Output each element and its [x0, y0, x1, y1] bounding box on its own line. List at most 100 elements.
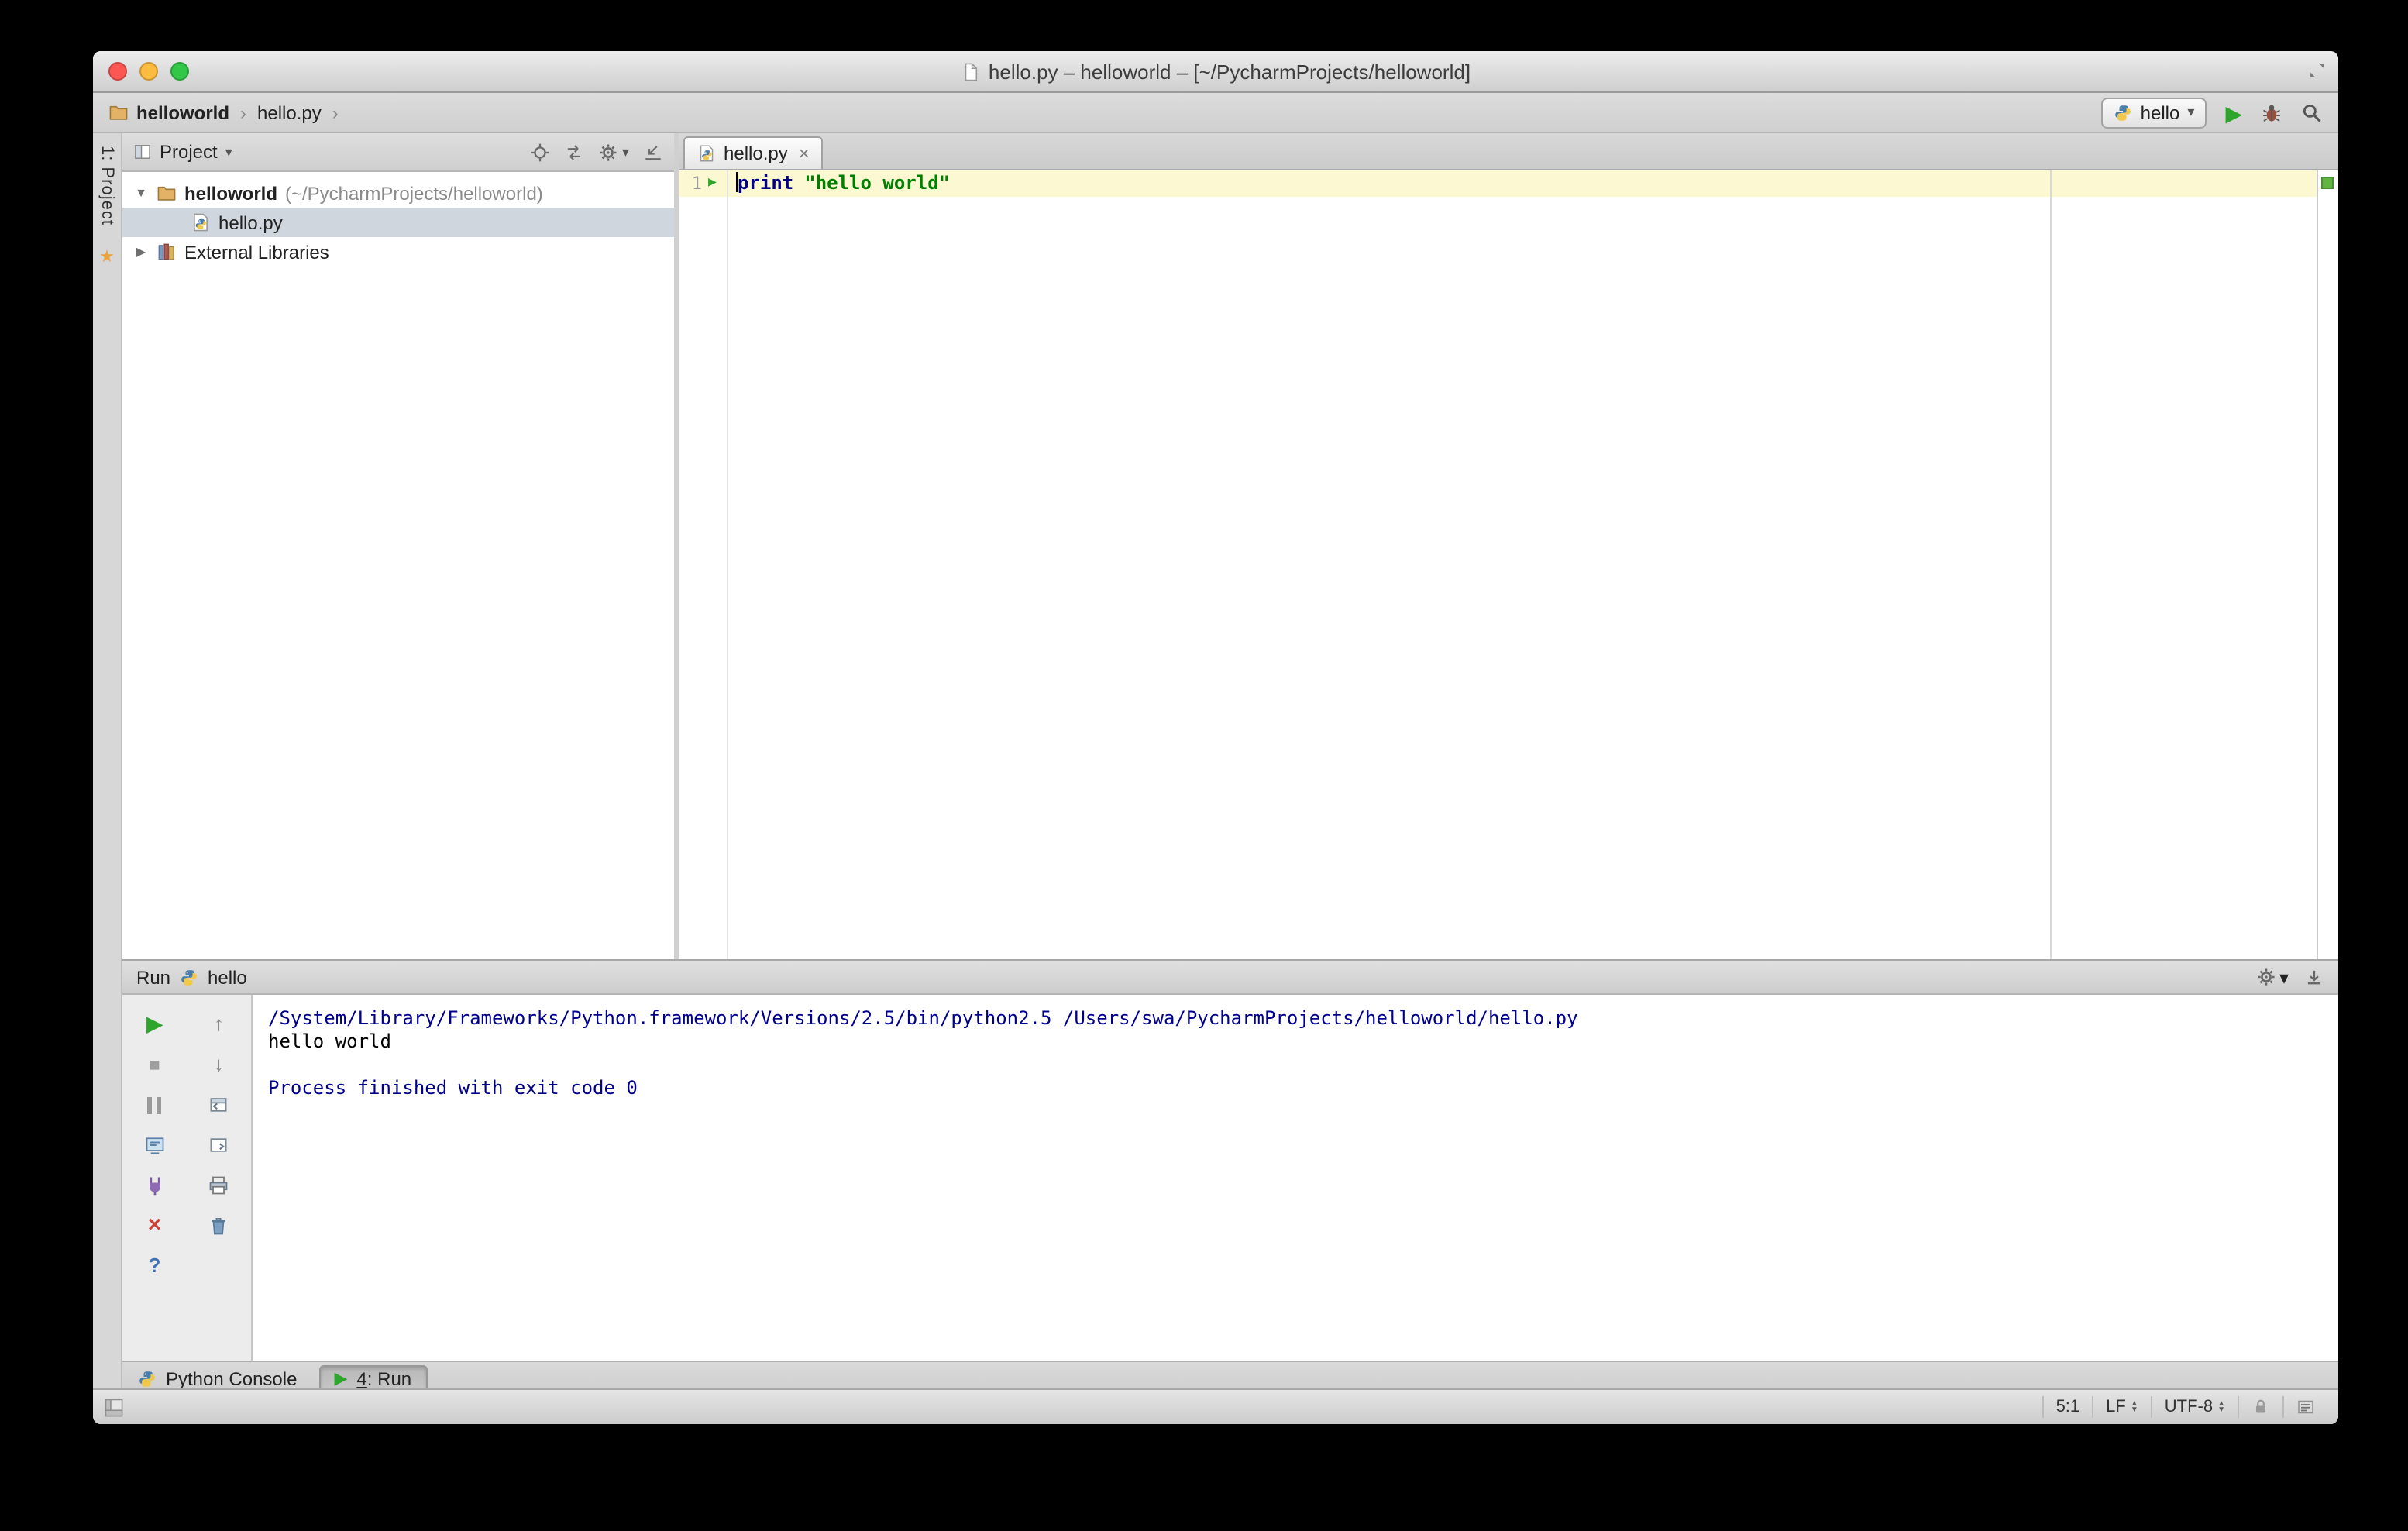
- tab-hello-py[interactable]: hello.py ×: [683, 136, 824, 169]
- project-root-name: helloworld: [184, 182, 277, 204]
- attach-plug-icon[interactable]: [144, 1175, 166, 1196]
- navigation-bar: helloworld › hello.py › hello ▾ ▶: [93, 93, 2338, 133]
- project-tree: ▼ helloworld (~/PycharmProjects/hellowor…: [122, 172, 674, 267]
- python-console-button[interactable]: Python Console: [138, 1368, 297, 1390]
- debug-button[interactable]: [2261, 101, 2282, 123]
- screen: hello.py – helloworld – [~/PycharmProjec…: [0, 0, 2408, 1531]
- console-line: Process finished with exit code 0: [268, 1077, 638, 1099]
- run-console-output[interactable]: /System/Library/Frameworks/Python.framew…: [253, 995, 2338, 1361]
- chevron-down-icon: ▾: [2187, 104, 2195, 119]
- pin-tab-button[interactable]: [208, 1134, 230, 1156]
- tree-row-external-libraries[interactable]: ▶ External Libraries: [122, 237, 674, 267]
- close-tab-icon[interactable]: ×: [799, 143, 810, 164]
- encoding-widget[interactable]: UTF-8 ▲ ▼: [2150, 1396, 2238, 1418]
- scroll-to-source-icon[interactable]: [565, 142, 585, 162]
- status-bar: 5:1 LF ▲ ▼ UTF-8 ▲ ▼: [93, 1388, 2338, 1424]
- error-stripe[interactable]: [2317, 170, 2338, 959]
- locate-icon[interactable]: [531, 142, 551, 162]
- code-string: "hello world": [804, 172, 951, 194]
- external-libraries-label: External Libraries: [184, 241, 329, 263]
- hide-tool-window-icon[interactable]: [2304, 967, 2324, 987]
- run-tool-window-label: 4: Run: [356, 1368, 412, 1390]
- editor-area: hello.py × 1 ▶ print "hello world": [679, 133, 2338, 959]
- line-number: 1: [691, 174, 702, 194]
- show-console-button[interactable]: [144, 1134, 166, 1156]
- project-panel-actions: ▾: [531, 142, 663, 162]
- gear-icon: [2256, 967, 2276, 987]
- stop-button[interactable]: ■: [149, 1054, 160, 1075]
- close-console-button[interactable]: ×: [148, 1213, 162, 1237]
- status-menu-widget[interactable]: [2282, 1396, 2327, 1418]
- run-console-toolbar: ▶ ↑ ■ ↓ × ?: [122, 995, 253, 1361]
- pause-output-button[interactable]: [147, 1096, 162, 1113]
- help-button[interactable]: ?: [149, 1254, 161, 1277]
- line-separator-widget[interactable]: LF ▲ ▼: [2092, 1396, 2151, 1418]
- chevron-down-icon: ▾: [621, 143, 629, 159]
- print-button[interactable]: [208, 1175, 230, 1196]
- project-panel-title[interactable]: Project: [160, 141, 218, 163]
- readonly-lock-widget[interactable]: [2238, 1396, 2282, 1418]
- python-icon: [180, 968, 198, 986]
- menu-icon: [2298, 1400, 2313, 1414]
- fullscreen-icon[interactable]: [2307, 60, 2327, 81]
- run-icon: ▶: [334, 1370, 348, 1388]
- editor-tab-bar: hello.py ×: [679, 133, 2338, 170]
- favorites-icon[interactable]: ★: [99, 247, 115, 267]
- chevron-collapsed-icon[interactable]: ▶: [133, 245, 149, 259]
- hide-panel-icon[interactable]: [643, 142, 663, 162]
- folder-icon: [157, 183, 177, 203]
- run-line-icon[interactable]: ▶: [708, 174, 717, 194]
- run-tool-window: Run hello ▾ ▶ ↑ ■ ↓ × ? /System/Library/…: [122, 959, 2338, 1361]
- titlebar[interactable]: hello.py – helloworld – [~/PycharmProjec…: [93, 51, 2338, 93]
- inspection-status-indicator[interactable]: [2321, 177, 2334, 189]
- breadcrumb-project[interactable]: helloworld: [108, 101, 229, 123]
- chevron-expanded-icon[interactable]: ▼: [133, 186, 149, 200]
- run-button[interactable]: ▶: [2225, 101, 2242, 123]
- up-stack-trace-button[interactable]: ↑: [214, 1013, 224, 1035]
- pycharm-window: hello.py – helloworld – [~/PycharmProjec…: [93, 51, 2338, 1424]
- tree-row-hello-py[interactable]: hello.py: [122, 208, 674, 237]
- rerun-button[interactable]: ▶: [147, 1013, 163, 1035]
- settings-button[interactable]: ▾: [599, 142, 629, 162]
- project-root-path: (~/PycharmProjects/helloworld): [285, 182, 543, 204]
- python-file-icon: [697, 144, 716, 163]
- project-stripe-button[interactable]: 1: Project: [98, 146, 116, 225]
- run-config-selector[interactable]: hello ▾: [2101, 97, 2207, 128]
- libraries-icon: [157, 242, 177, 262]
- gear-icon: [599, 142, 619, 162]
- tree-row-project-root[interactable]: ▼ helloworld (~/PycharmProjects/hellowor…: [122, 178, 674, 208]
- python-icon: [2114, 103, 2133, 122]
- close-window-button[interactable]: [108, 62, 127, 81]
- chevron-icon: ›: [240, 101, 246, 123]
- code-editor[interactable]: 1 ▶ print "hello world": [679, 170, 2338, 959]
- breadcrumb-file[interactable]: hello.py: [257, 101, 322, 123]
- zoom-window-button[interactable]: [170, 62, 189, 81]
- right-margin-guide: [2050, 170, 2052, 959]
- gutter-separator: [727, 170, 728, 959]
- console-line: /System/Library/Frameworks/Python.framew…: [268, 1007, 1578, 1029]
- python-console-label: Python Console: [166, 1368, 298, 1390]
- clear-console-button[interactable]: [208, 1215, 230, 1237]
- down-stack-trace-button[interactable]: ↓: [214, 1053, 224, 1075]
- caret-position-widget[interactable]: 5:1: [2042, 1396, 2093, 1418]
- document-icon: [961, 61, 981, 81]
- console-line: hello world: [268, 1030, 391, 1052]
- breadcrumb-file-label: hello.py: [257, 101, 322, 123]
- run-panel-header: Run hello ▾: [122, 961, 2338, 995]
- spinner-arrows-icon: ▲ ▼: [2130, 1399, 2138, 1415]
- content-area: 1: Project ★ Project ▾ ▾ ▼ helloworld (~…: [93, 133, 2338, 1396]
- restore-layout-button[interactable]: [208, 1094, 230, 1116]
- chevron-down-icon: ▾: [225, 143, 232, 159]
- run-panel-title: Run: [136, 966, 171, 988]
- minimize-window-button[interactable]: [139, 62, 158, 81]
- search-icon[interactable]: [2301, 101, 2323, 123]
- python-file-icon: [191, 212, 211, 232]
- tree-file-name: hello.py: [218, 212, 283, 233]
- folder-icon: [108, 102, 129, 122]
- code-keyword: print: [738, 172, 794, 194]
- run-settings-button[interactable]: ▾: [2256, 966, 2289, 988]
- tool-buttons-toggle-icon[interactable]: [104, 1397, 124, 1417]
- run-panel-actions: ▾: [2256, 966, 2324, 988]
- code-line: print "hello world": [736, 170, 950, 197]
